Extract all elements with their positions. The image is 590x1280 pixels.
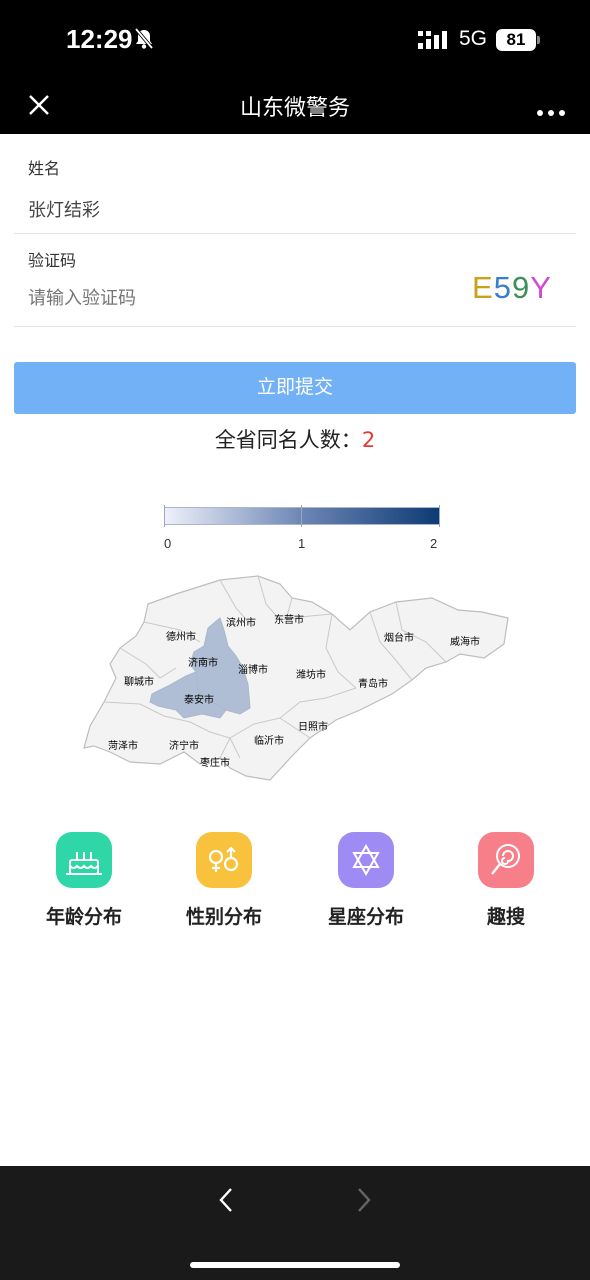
captcha-label: 验证码 — [28, 251, 77, 270]
name-label: 姓名 — [28, 159, 61, 178]
network-type: 5G — [459, 27, 488, 50]
map-label-jinan: 济南市 — [188, 658, 218, 669]
legend-label-min: 0 — [164, 536, 172, 551]
count-prefix: 全省同名人数： — [214, 428, 362, 452]
map-label-heze: 菏泽市 — [108, 741, 138, 752]
battery-tip — [537, 36, 540, 44]
browser-bottom-bar — [0, 1166, 590, 1280]
legend-gradient — [164, 507, 440, 525]
stat-age-label: 年龄分布 — [45, 906, 122, 928]
back-arrow-icon[interactable] — [216, 1186, 236, 1218]
same-name-count: 全省同名人数：2 — [0, 424, 590, 454]
map-label-liaocheng: 聊城市 — [124, 677, 154, 688]
cellular-signal-icon — [418, 30, 450, 54]
map-label-jining: 济宁市 — [169, 741, 199, 752]
shandong-map: 德州市 滨州市 东营市 烟台市 威海市 济南市 淄博市 聊城市 潍坊市 青岛市 … — [80, 568, 512, 788]
legend-tick-min — [164, 505, 165, 527]
gender-icon — [196, 832, 252, 888]
map-label-binzhou: 滨州市 — [226, 618, 256, 629]
nav-bar: 山东微警务 — [0, 80, 590, 134]
captcha-char: E — [472, 270, 494, 305]
captcha-text: E59Y — [472, 270, 552, 305]
map-label-weifang: 潍坊市 — [296, 670, 326, 681]
legend-label-mid: 1 — [298, 536, 306, 551]
star-of-david-icon — [338, 832, 394, 888]
stat-zodiac-label: 星座分布 — [327, 906, 404, 928]
more-options-icon[interactable] — [536, 102, 566, 121]
home-indicator — [190, 1262, 400, 1268]
battery-level: 81 — [496, 29, 536, 51]
forward-arrow-icon[interactable] — [354, 1186, 374, 1218]
lollipop-icon — [478, 832, 534, 888]
captcha-input[interactable] — [28, 288, 428, 309]
captcha-char: 9 — [511, 270, 531, 305]
stats-row: 年龄分布 性别分布 星座分布 趣搜 — [0, 832, 590, 942]
map-label-dezhou: 德州市 — [166, 632, 196, 643]
status-time: 12:29 — [66, 24, 133, 54]
captcha-char: Y — [530, 270, 552, 305]
captcha-field: 验证码 E59Y — [14, 234, 576, 327]
map-label-yantai: 烟台市 — [384, 633, 414, 644]
map-label-rizhao: 日照市 — [298, 722, 328, 733]
map-label-linyi: 临沂市 — [254, 736, 284, 747]
legend-label-max: 2 — [430, 536, 438, 551]
map-legend: 0 1 2 — [160, 505, 445, 555]
captcha-image[interactable]: E59Y — [472, 270, 552, 306]
map-label-weihai: 威海市 — [450, 637, 480, 648]
page-title: 山东微警务 — [239, 96, 350, 121]
stat-gender-label: 性别分布 — [185, 906, 262, 928]
map-label-qingdao: 青岛市 — [358, 679, 388, 690]
map-label-taian: 泰安市 — [184, 695, 214, 706]
map-label-dongying: 东营市 — [274, 615, 304, 626]
name-input[interactable]: 张灯结彩 — [28, 196, 100, 222]
captcha-char: 5 — [493, 270, 512, 305]
bell-muted-icon — [134, 27, 154, 54]
submit-button[interactable]: 立即提交 — [14, 362, 576, 414]
birthday-cake-icon — [56, 832, 112, 888]
map-label-zaozhuang: 枣庄市 — [200, 758, 230, 769]
count-value: 2 — [361, 428, 376, 452]
map-label-zibo: 淄博市 — [238, 665, 268, 676]
name-field: 姓名 张灯结彩 — [14, 134, 576, 234]
legend-tick-max — [439, 505, 440, 527]
status-bar: 12:29 5G 81 — [0, 0, 590, 80]
stat-fun-search-label: 趣搜 — [486, 906, 525, 928]
legend-tick-mid — [301, 505, 302, 527]
